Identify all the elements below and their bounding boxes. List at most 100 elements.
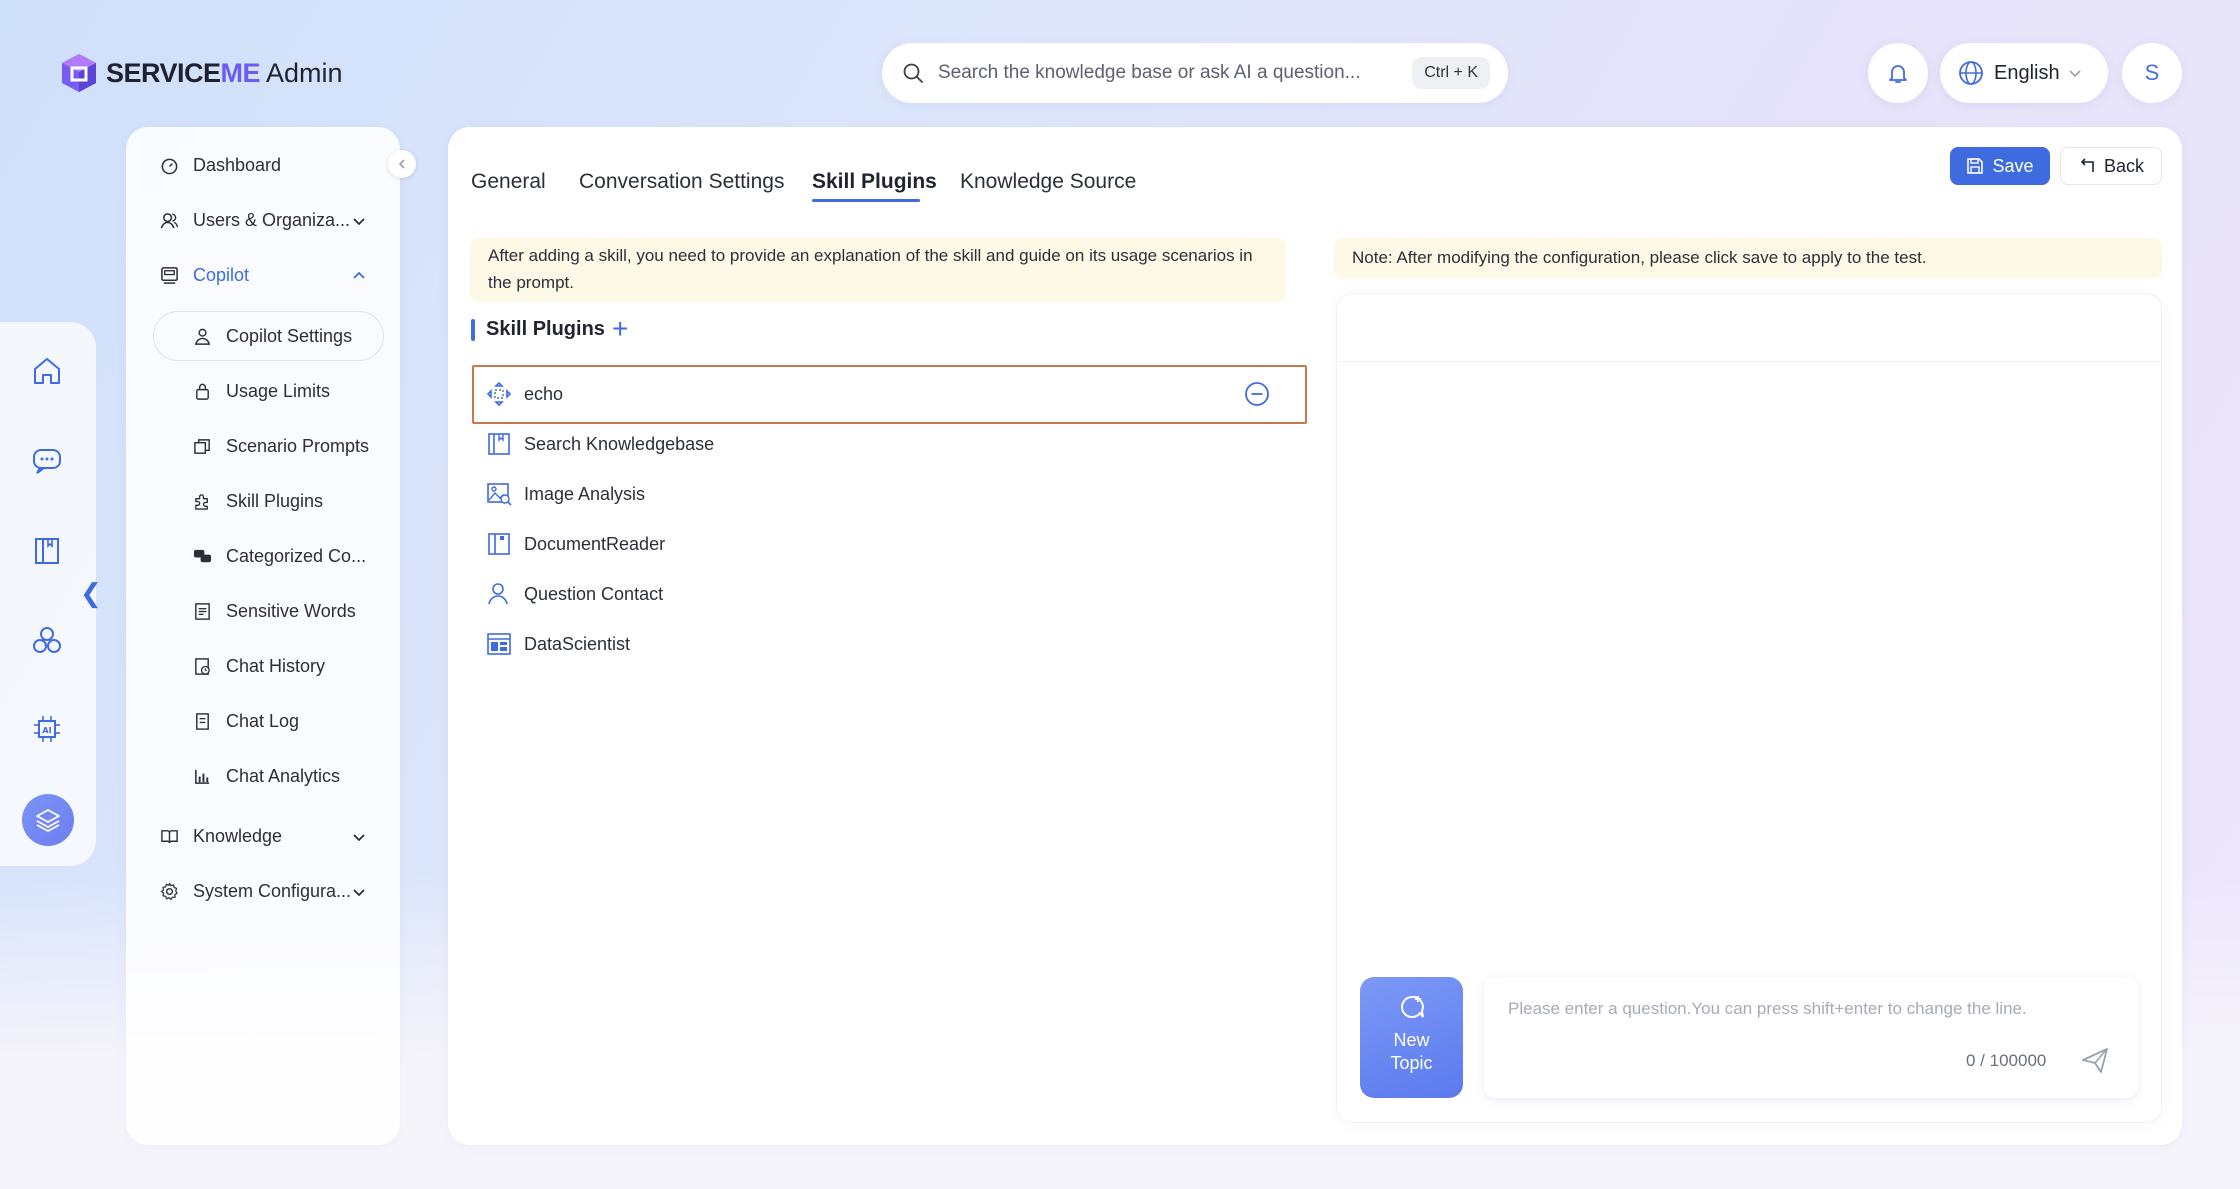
sidebar-item-chat-analytics[interactable]: Chat Analytics [193, 766, 340, 787]
sidebar-item-label: System Configura... [193, 881, 352, 901]
test-panel-divider [1336, 361, 2162, 362]
chevron-down-icon [2069, 70, 2081, 78]
skill-usage-notice: After adding a skill, you need to provid… [470, 238, 1286, 302]
plugin-label: Image Analysis [524, 483, 646, 504]
layers-icon [36, 809, 60, 833]
save-button[interactable]: Save [1950, 147, 2050, 185]
chevron-left-icon [398, 159, 405, 169]
character-counter: 0 / 100000 [1966, 1051, 2047, 1070]
sidebar-item-knowledge[interactable]: Knowledge [160, 826, 370, 847]
plugin-item-search-knowledgebase[interactable]: Search Knowledgebase [486, 431, 714, 457]
sidebar-item-system-configuration[interactable]: System Configura... [160, 881, 370, 902]
ai-chip-icon[interactable]: AI [30, 712, 64, 746]
chevron-down-icon [353, 889, 365, 897]
sidebar-item-label: Categorized Co... [226, 546, 367, 566]
tab-general[interactable]: General [471, 170, 546, 194]
book-icon[interactable] [30, 534, 64, 568]
gear-icon [160, 882, 178, 901]
tab-skill-plugins[interactable]: Skill Plugins [812, 170, 937, 194]
sidebar-item-copilot-settings[interactable]: Copilot Settings [193, 326, 352, 347]
hexagon-cluster-icon[interactable] [30, 624, 64, 658]
person-settings-icon [194, 328, 211, 345]
bar-chart-icon [195, 769, 210, 784]
tab-conversation-settings[interactable]: Conversation Settings [579, 170, 784, 194]
remove-circle-icon[interactable] [1244, 381, 1270, 407]
selected-plugin-outline [472, 365, 1307, 424]
sidebar-item-label: Copilot Settings [226, 326, 353, 346]
plugin-item-data-scientist[interactable]: DataScientist [486, 631, 630, 657]
sidebar-item-chat-log[interactable]: Chat Log [193, 711, 299, 732]
search-input[interactable]: Search the knowledge base or ask AI a qu… [882, 43, 1508, 103]
svg-text:AI: AI [42, 726, 51, 735]
new-topic-label-1: New [1393, 1030, 1430, 1050]
image-search-icon [487, 483, 512, 506]
move-arrows-icon [486, 381, 512, 407]
home-icon[interactable] [30, 354, 64, 388]
log-doc-icon [196, 713, 209, 730]
copilot-icon [161, 267, 178, 284]
dashboard-gauge-icon [161, 158, 178, 175]
plugin-item-echo[interactable]: echo [486, 381, 563, 407]
back-button[interactable]: Back [2060, 147, 2162, 185]
chevron-up-icon [353, 271, 365, 279]
layers-nav-button[interactable] [22, 794, 74, 846]
sidebar-item-label: Chat Log [226, 711, 300, 731]
plugin-label: DataScientist [524, 633, 631, 654]
send-icon[interactable] [2080, 1045, 2110, 1075]
document-book-icon [488, 533, 510, 555]
sidebar-item-label: Scenario Prompts [226, 436, 370, 456]
section-accent-bar [471, 319, 475, 341]
back-arrow-icon [2080, 158, 2094, 172]
sidebar-item-usage-limits[interactable]: Usage Limits [193, 381, 330, 402]
plugin-item-image-analysis[interactable]: Image Analysis [486, 481, 645, 507]
save-label: Save [1992, 155, 2034, 176]
copy-cards-icon [194, 439, 210, 454]
sidebar-item-copilot[interactable]: Copilot [160, 265, 370, 286]
sidebar-item-categorized-conversations[interactable]: Categorized Co... [193, 546, 366, 567]
globe-icon [1959, 61, 1983, 85]
sidebar-item-label: Usage Limits [226, 381, 331, 401]
sidebar-item-sensitive-words[interactable]: Sensitive Words [193, 601, 356, 622]
sidebar-item-label: Knowledge [193, 826, 283, 846]
notifications-button[interactable] [1868, 43, 1928, 103]
knowledge-book-icon [488, 433, 510, 455]
logo[interactable]: SERVICEME [58, 52, 261, 94]
chevron-down-icon [353, 218, 365, 226]
brand-name: SERVICEME [106, 57, 261, 88]
data-window-icon [487, 633, 511, 655]
back-label: Back [2103, 155, 2145, 176]
new-topic-button[interactable]: New Topic [1360, 977, 1463, 1098]
bell-icon [1889, 65, 1907, 83]
history-doc-icon [195, 658, 210, 675]
sidebar-item-label: Chat History [226, 656, 326, 676]
skill-plugins-heading: Skill Plugins [486, 318, 605, 340]
tab-knowledge-source[interactable]: Knowledge Source [960, 170, 1136, 194]
plugin-item-document-reader[interactable]: DocumentReader [486, 531, 665, 557]
sidebar-item-chat-history[interactable]: Chat History [193, 656, 325, 677]
test-config-notice: Note: After modifying the configuration,… [1334, 238, 2162, 278]
sidebar-collapse-button[interactable] [388, 150, 416, 178]
rail-collapse-icon[interactable]: ❮ [80, 578, 102, 609]
sidebar-item-label: Sensitive Words [226, 601, 356, 621]
chat-icon[interactable] [30, 444, 64, 478]
avatar[interactable]: S [2122, 43, 2182, 103]
save-icon [1967, 158, 1984, 174]
language-selector[interactable]: English [1940, 43, 2108, 103]
filter-list-icon [195, 603, 210, 620]
plugin-label: Search Knowledgebase [524, 433, 715, 454]
plugin-label: DocumentReader [524, 533, 666, 554]
question-placeholder: Please enter a question.You can press sh… [1508, 999, 2027, 1018]
open-book-icon [161, 830, 178, 844]
users-icon [160, 213, 179, 229]
question-input[interactable]: Please enter a question.You can press sh… [1484, 977, 2138, 1098]
sidebar-item-label: Skill Plugins [226, 491, 324, 511]
sidebar-item-label: Chat Analytics [226, 766, 341, 786]
sidebar-item-scenario-prompts[interactable]: Scenario Prompts [193, 436, 369, 457]
contact-person-icon [488, 583, 508, 605]
sidebar-item-skill-plugins[interactable]: Skill Plugins [193, 491, 323, 512]
sidebar-item-dashboard[interactable]: Dashboard [160, 155, 281, 176]
plugin-item-question-contact[interactable]: Question Contact [486, 581, 663, 607]
sidebar-item-users[interactable]: Users & Organiza... [160, 210, 370, 231]
search-icon [903, 63, 923, 83]
add-plugin-button[interactable]: + [612, 314, 628, 344]
